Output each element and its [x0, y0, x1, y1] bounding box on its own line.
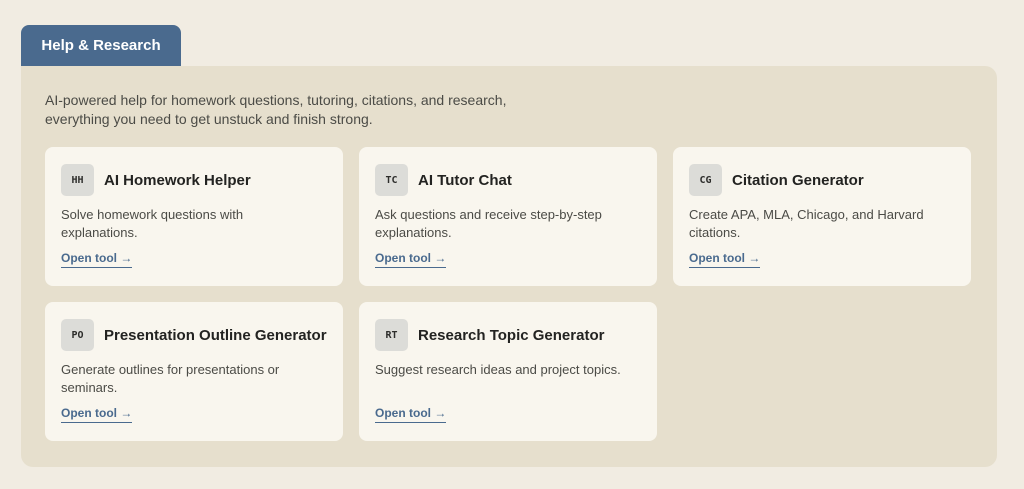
tool-card-ai-homework-helper: HH AI Homework Helper Solve homework que… [45, 147, 343, 286]
tool-description: Generate outlines for presentations or s… [61, 362, 280, 395]
tool-card-citation-generator: CG Citation Generator Create APA, MLA, C… [673, 147, 971, 286]
open-tool-link[interactable]: Open tool → [61, 406, 133, 423]
tool-title: Citation Generator [732, 172, 864, 189]
tool-card-ai-tutor-chat: TC AI Tutor Chat Ask questions and recei… [359, 147, 657, 286]
open-tool-link[interactable]: Open tool → [61, 251, 133, 268]
tool-title: AI Tutor Chat [418, 172, 512, 189]
tool-badge-icon: CG [689, 164, 722, 196]
tool-badge-icon: TC [375, 164, 408, 196]
panel-intro: AI-powered help for homework questions, … [45, 91, 525, 129]
open-tool-link[interactable]: Open tool → [375, 406, 447, 423]
tab-help-research[interactable]: Help & Research [21, 25, 181, 66]
tool-title: Research Topic Generator [418, 327, 605, 344]
open-tool-link[interactable]: Open tool → [375, 251, 447, 268]
tool-description: Solve homework questions with explanatio… [61, 207, 244, 240]
tool-description: Ask questions and receive step-by-step e… [375, 207, 602, 240]
tool-description: Suggest research ideas and project topic… [375, 362, 621, 377]
tool-title: Presentation Outline Generator [104, 327, 327, 344]
intro-line-2: everything you need to get unstuck and f… [45, 111, 373, 127]
tool-description: Create APA, MLA, Chicago, and Harvard ci… [689, 207, 924, 240]
tool-badge-icon: PO [61, 319, 94, 351]
tool-card-presentation-outline-generator: PO Presentation Outline Generator Genera… [45, 302, 343, 441]
tool-badge-icon: HH [61, 164, 94, 196]
tool-title: AI Homework Helper [104, 172, 251, 189]
tool-badge-icon: RT [375, 319, 408, 351]
tool-card-research-topic-generator: RT Research Topic Generator Suggest rese… [359, 302, 657, 441]
open-tool-link[interactable]: Open tool → [689, 251, 761, 268]
intro-line-1: AI-powered help for homework questions, … [45, 92, 507, 108]
